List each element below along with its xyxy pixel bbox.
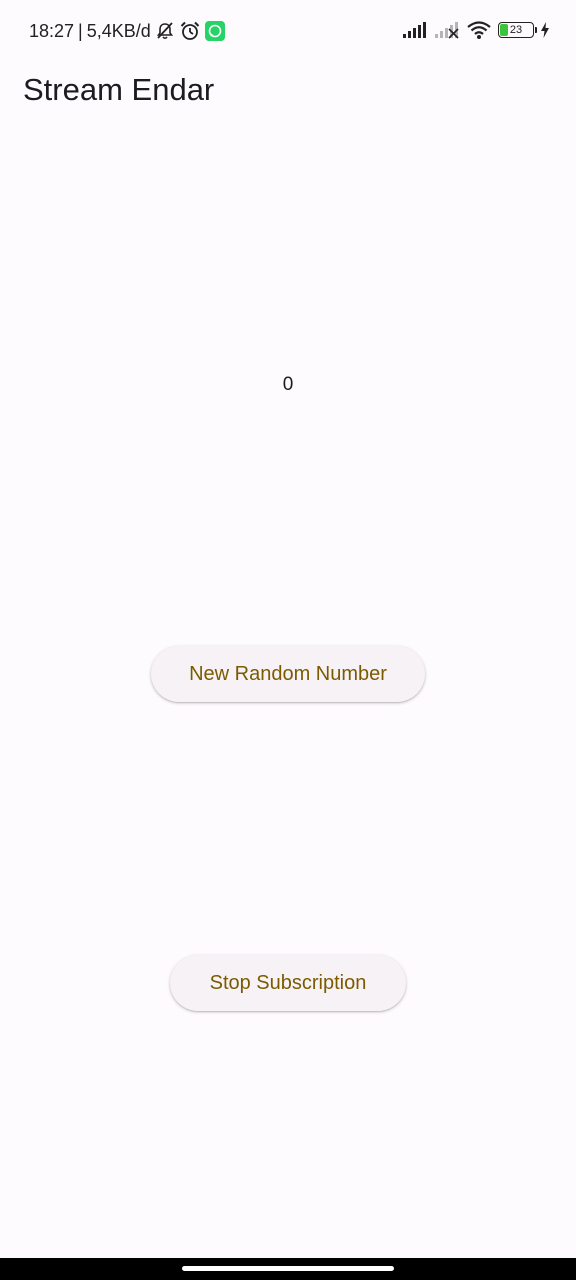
- status-bar: 18:27 | 5,4KB/d 23: [0, 0, 576, 66]
- random-number-display: 0: [282, 374, 294, 395]
- status-separator: |: [78, 20, 83, 41]
- charging-bolt-icon: [540, 22, 550, 38]
- battery-fill: [500, 24, 508, 36]
- navigation-bar: [0, 1258, 576, 1280]
- wifi-icon: [466, 20, 492, 40]
- battery-icon: 23: [498, 22, 537, 38]
- status-left: 18:27 | 5,4KB/d: [29, 20, 225, 42]
- status-time: 18:27: [29, 20, 75, 41]
- new-random-number-button[interactable]: New Random Number: [151, 646, 425, 702]
- alarm-icon: [179, 20, 201, 42]
- stop-subscription-button[interactable]: Stop Subscription: [170, 955, 406, 1011]
- signal-no-service-icon: [434, 21, 460, 39]
- signal-icon: [402, 21, 428, 39]
- whatsapp-icon: [204, 21, 225, 41]
- network-speed: 5,4KB/d: [86, 20, 151, 41]
- status-right: 23: [402, 20, 550, 40]
- app-title: Stream Endar: [23, 72, 215, 107]
- battery-level: 23: [509, 23, 523, 36]
- home-gesture-handle[interactable]: [182, 1266, 394, 1271]
- bell-off-icon: [155, 21, 175, 41]
